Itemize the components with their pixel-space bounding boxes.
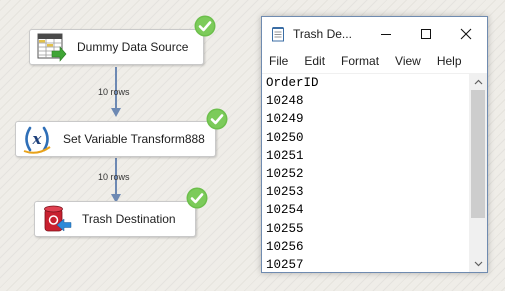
task-label: Set Variable Transform888 (63, 132, 205, 146)
menu-view[interactable]: View (387, 54, 429, 68)
variable-transform-icon: x (23, 126, 51, 154)
success-check-icon (194, 15, 216, 37)
task-label: Dummy Data Source (77, 40, 189, 54)
menu-edit[interactable]: Edit (296, 54, 333, 68)
chevron-down-icon (474, 261, 482, 266)
notepad-window[interactable]: Trash De... File Edit Format View Help O… (261, 16, 488, 273)
chevron-up-icon (474, 79, 482, 84)
window-title: Trash De... (293, 26, 352, 41)
text-line: 10251 (266, 148, 304, 163)
maximize-button[interactable] (406, 17, 446, 50)
menu-help[interactable]: Help (429, 54, 470, 68)
text-line: OrderID (266, 76, 319, 90)
scroll-up-button[interactable] (469, 73, 487, 90)
success-check-icon (186, 187, 208, 209)
text-area[interactable]: OrderID 10248 10249 10250 10251 10252 10… (262, 73, 469, 273)
task-label: Trash Destination (82, 212, 176, 226)
task-dummy-data-source[interactable]: Dummy Data Source (29, 29, 204, 65)
text-line: 10252 (266, 167, 304, 182)
svg-text:x: x (32, 130, 43, 148)
text-line: 10250 (266, 130, 304, 145)
menu-format[interactable]: Format (333, 54, 387, 68)
task-set-variable-transform[interactable]: x Set Variable Transform888 (15, 121, 216, 157)
close-icon (460, 28, 472, 39)
row-count-label-1: 10 rows (98, 87, 130, 97)
success-check-icon (206, 108, 228, 130)
minimize-button[interactable] (366, 17, 406, 50)
vertical-scrollbar[interactable] (469, 73, 487, 272)
text-line: 10248 (266, 94, 304, 109)
menu-bar: File Edit Format View Help (262, 50, 487, 72)
menu-file[interactable]: File (262, 54, 296, 68)
text-line: 10253 (266, 185, 304, 200)
text-line: 10249 (266, 112, 304, 127)
trash-destination-icon (44, 205, 72, 232)
minimize-icon (381, 33, 391, 35)
close-button[interactable] (446, 17, 486, 50)
scroll-down-button[interactable] (469, 255, 487, 272)
text-line: 10257 (266, 258, 304, 273)
text-line: 10255 (266, 221, 304, 236)
text-line: 10254 (266, 203, 304, 218)
row-count-label-2: 10 rows (98, 172, 130, 182)
notepad-icon (272, 26, 284, 41)
scroll-thumb[interactable] (471, 90, 485, 218)
task-trash-destination[interactable]: Trash Destination (34, 201, 196, 237)
data-source-icon (37, 33, 67, 62)
text-line: 10256 (266, 239, 304, 254)
maximize-icon (421, 28, 431, 39)
